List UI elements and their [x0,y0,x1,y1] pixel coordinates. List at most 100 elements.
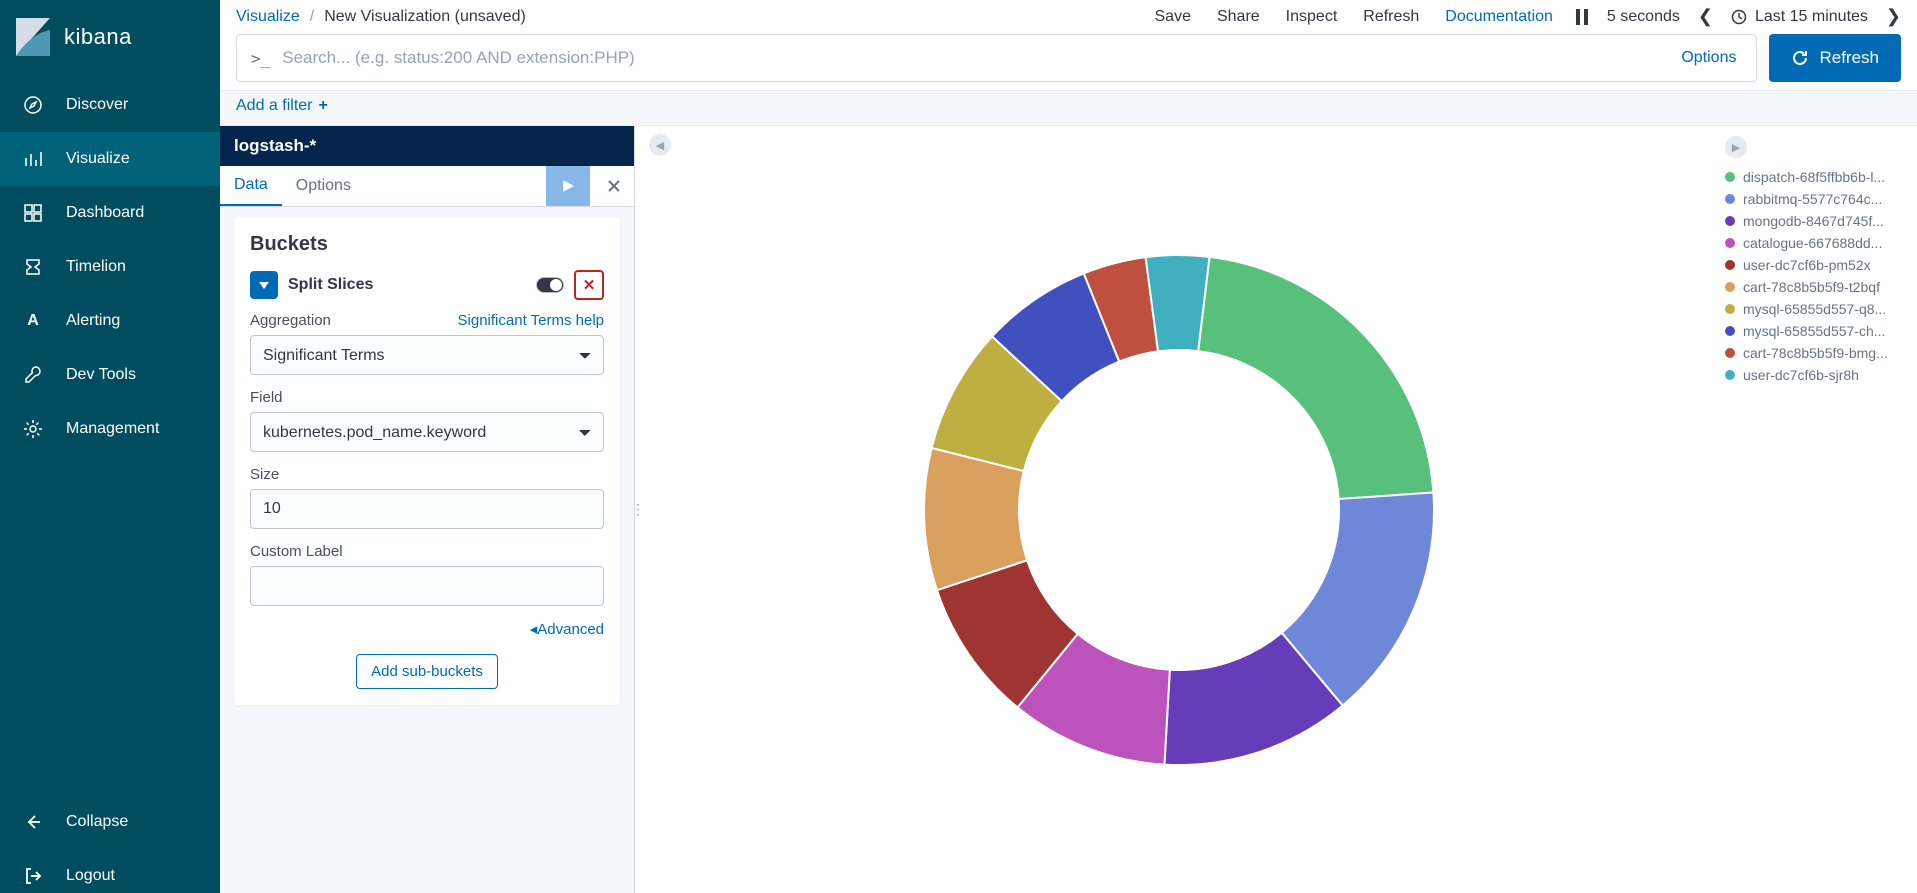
sidebar-logout[interactable]: Logout [0,849,220,893]
refresh-action[interactable]: Refresh [1363,8,1419,26]
sidebar-item-visualize[interactable]: Visualize [0,132,220,186]
gear-icon [22,418,44,440]
legend-toggle-button[interactable]: ▶ [1725,136,1747,158]
tab-data[interactable]: Data [220,166,282,206]
close-icon: ✕ [583,276,596,294]
legend-swatch [1725,304,1735,314]
custom-label-input[interactable] [250,566,604,606]
search-input[interactable] [282,48,1669,68]
play-icon [561,179,575,193]
sidebar-item-dashboard[interactable]: Dashboard [0,186,220,240]
buckets-heading: Buckets [250,233,604,256]
aggregation-help-link[interactable]: Significant Terms help [458,312,604,329]
sidebar-collapse[interactable]: Collapse [0,795,220,849]
plus-icon: + [318,97,327,115]
apply-changes-button[interactable] [546,166,590,206]
legend-swatch [1725,348,1735,358]
sidebar-item-label: Collapse [66,813,128,831]
chevron-left-icon: ◀ [656,139,664,152]
custom-label-field: Custom Label [250,543,604,606]
legend-item[interactable]: cart-78c8b5b5f9-bmg... [1725,342,1909,364]
refresh-button[interactable]: Refresh [1769,34,1901,82]
search-box: >_ Options [236,34,1757,82]
timelion-icon [22,256,44,278]
sidebar-item-label: Dashboard [66,204,144,222]
legend-label: cart-78c8b5b5f9-t2bqf [1743,279,1880,295]
filter-bar: Add a filter + [220,90,1917,126]
legend-item[interactable]: user-dc7cf6b-sjr8h [1725,364,1909,386]
sidebar-item-label: Management [66,420,159,438]
size-input[interactable] [250,489,604,529]
legend-item[interactable]: catalogue-667688dd... [1725,232,1909,254]
chevron-down-icon [258,279,270,291]
legend-item[interactable]: mysql-65855d557-ch... [1725,320,1909,342]
time-range[interactable]: Last 15 minutes [1731,8,1868,26]
legend-swatch [1725,370,1735,380]
field-select[interactable]: kubernetes.pod_name.keyword [250,412,604,452]
legend-swatch [1725,172,1735,182]
search-options-link[interactable]: Options [1681,49,1742,67]
sidebar: kibana Discover Visualize Dashboard Time… [0,0,220,893]
donut-slice[interactable] [1198,256,1433,498]
clock-icon [1731,9,1747,25]
dashboard-icon [22,202,44,224]
legend-label: mysql-65855d557-ch... [1743,323,1885,339]
top-actions: Save Share Inspect Refresh Documentation [1155,8,1553,26]
field-field: Field kubernetes.pod_name.keyword [250,389,604,452]
inspect-action[interactable]: Inspect [1286,8,1338,26]
legend-swatch [1725,194,1735,204]
pause-icon[interactable] [1575,9,1589,25]
size-field: Size [250,466,604,529]
aggregation-label: Aggregation [250,312,331,329]
refresh-icon [1791,49,1809,67]
alerting-icon: A [22,310,44,332]
legend-item[interactable]: mongodb-8467d745f... [1725,210,1909,232]
sidebar-item-alerting[interactable]: A Alerting [0,294,220,348]
share-action[interactable]: Share [1217,8,1260,26]
logo[interactable]: kibana [0,0,220,78]
legend-item[interactable]: cart-78c8b5b5f9-t2bqf [1725,276,1909,298]
editor-panel: logstash-* Data Options Buckets [220,126,635,893]
breadcrumb-root[interactable]: Visualize [236,8,300,26]
legend-label: dispatch-68f5ffbb6b-l... [1743,169,1885,185]
legend-item[interactable]: user-dc7cf6b-pm52x [1725,254,1909,276]
main: Visualize / New Visualization (unsaved) … [220,0,1917,893]
legend-item[interactable]: mysql-65855d557-q8... [1725,298,1909,320]
visualization-area: ◀ ▶ dispatch-68f5ffbb6b-l... rabbitmq-557… [641,126,1917,893]
enable-toggle[interactable] [536,277,564,293]
save-action[interactable]: Save [1155,8,1191,26]
collapse-toggle[interactable] [250,271,278,299]
compass-icon [22,94,44,116]
sidebar-item-label: Alerting [66,312,120,330]
app-name: kibana [64,24,132,50]
arrow-left-icon [22,811,44,833]
time-next-icon[interactable]: ❯ [1886,6,1901,27]
sidebar-item-management[interactable]: Management [0,402,220,456]
chart-container [641,126,1717,893]
kibana-logo-icon [16,18,50,56]
add-sub-buckets-button[interactable]: Add sub-buckets [356,654,498,689]
sidebar-item-dev-tools[interactable]: Dev Tools [0,348,220,402]
prompt-icon: >_ [251,49,270,68]
sidebar-item-label: Discover [66,96,128,114]
tab-options[interactable]: Options [282,167,365,205]
legend-swatch [1725,260,1735,270]
discard-changes-button[interactable] [594,166,634,206]
advanced-toggle[interactable]: ◂Advanced [250,620,604,638]
refresh-interval[interactable]: 5 seconds [1607,8,1680,26]
donut-slice[interactable] [1146,255,1210,351]
legend-label: user-dc7cf6b-sjr8h [1743,367,1859,383]
logout-icon [22,865,44,887]
legend-label: catalogue-667688dd... [1743,235,1882,251]
collapse-editor-button[interactable]: ◀ [649,134,671,156]
aggregation-select[interactable]: Significant Terms [250,335,604,375]
time-prev-icon[interactable]: ❮ [1698,6,1713,27]
documentation-link[interactable]: Documentation [1445,8,1553,26]
sidebar-item-discover[interactable]: Discover [0,78,220,132]
add-filter-button[interactable]: Add a filter + [236,97,328,115]
remove-bucket-button[interactable]: ✕ [574,270,604,300]
editor-scroll[interactable]: Buckets Split Slices ✕ Aggregati [220,207,634,893]
legend-item[interactable]: rabbitmq-5577c764c... [1725,188,1909,210]
sidebar-item-timelion[interactable]: Timelion [0,240,220,294]
legend-item[interactable]: dispatch-68f5ffbb6b-l... [1725,166,1909,188]
